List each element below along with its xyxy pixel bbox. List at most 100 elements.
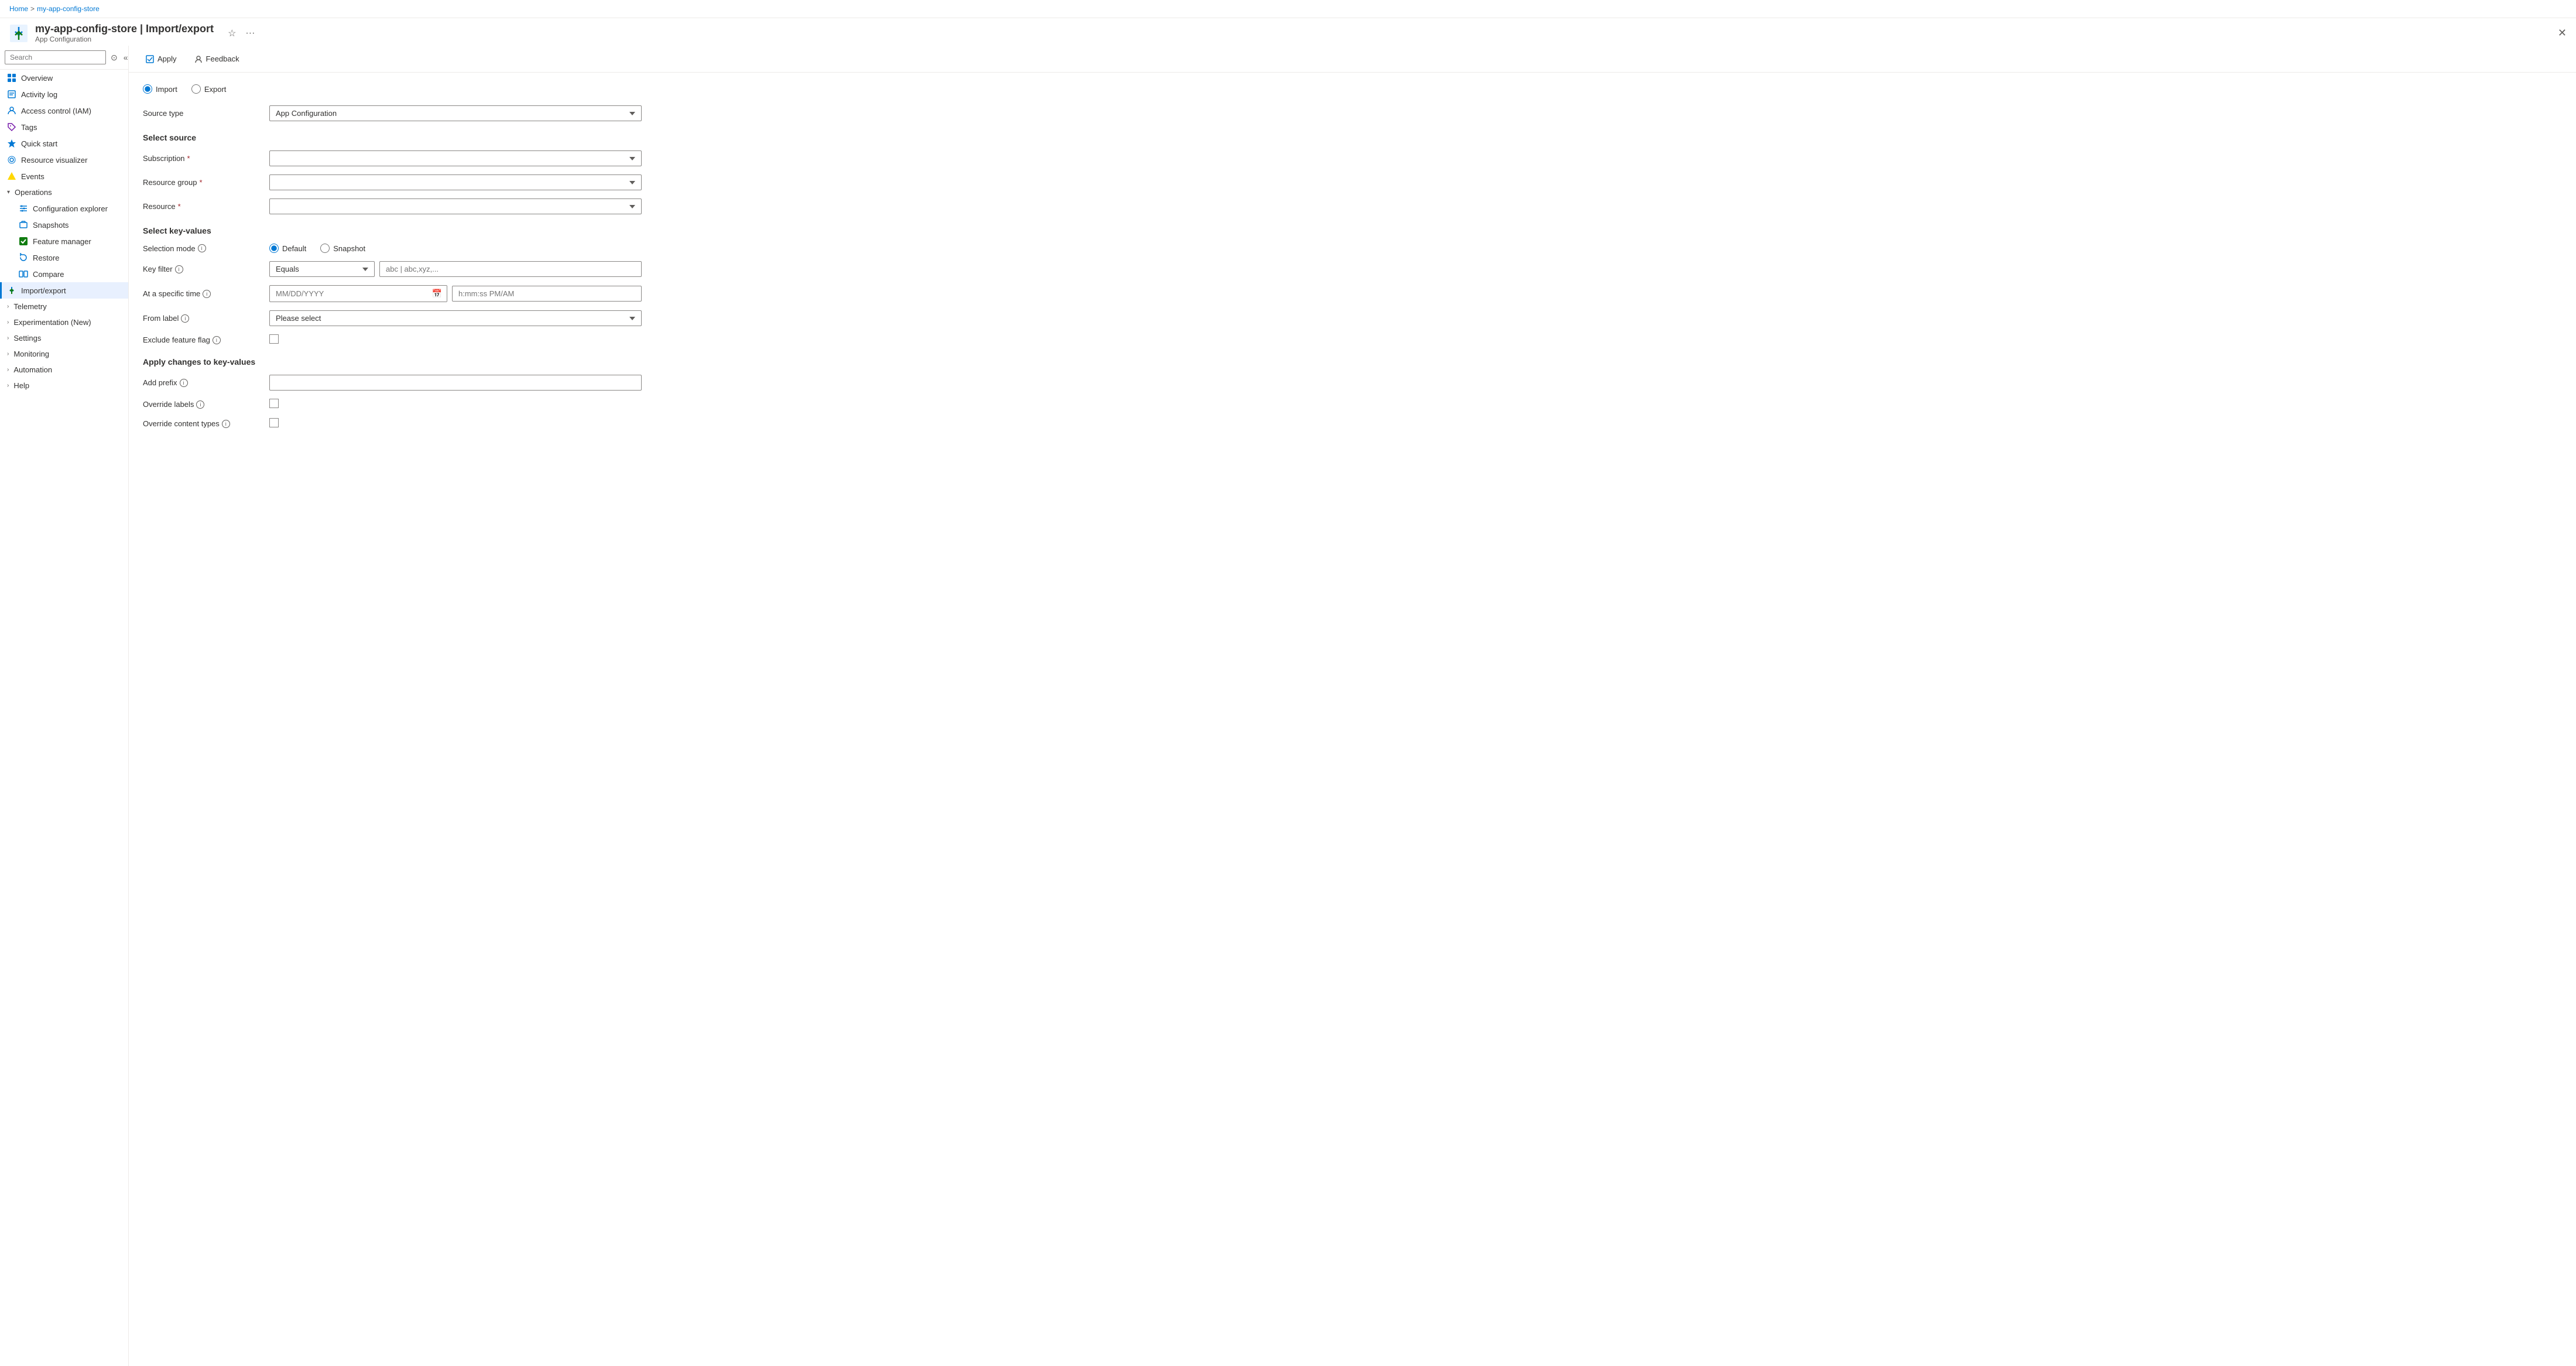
- selection-mode-info-icon[interactable]: i: [198, 244, 206, 252]
- more-button[interactable]: ···: [243, 25, 257, 42]
- sidebar-item-compare[interactable]: Compare: [0, 266, 128, 282]
- sidebar-collapse-button[interactable]: «: [121, 52, 129, 64]
- overview-icon: [7, 73, 16, 83]
- override-labels-checkbox[interactable]: [269, 399, 279, 408]
- search-input[interactable]: [5, 50, 106, 64]
- compare-icon: [19, 269, 28, 279]
- sidebar-item-configuration-explorer[interactable]: Configuration explorer: [0, 200, 128, 217]
- sidebar-item-iam[interactable]: Access control (IAM): [0, 102, 128, 119]
- override-labels-label: Override labels i: [143, 400, 260, 409]
- add-prefix-info-icon[interactable]: i: [180, 379, 188, 387]
- date-input-wrap: 📅: [269, 285, 447, 302]
- select-key-values-heading: Select key-values: [143, 226, 642, 235]
- sidebar-item-restore[interactable]: Restore: [0, 249, 128, 266]
- specific-time-info-icon[interactable]: i: [203, 290, 211, 298]
- search-filter-button[interactable]: ⊙: [108, 52, 120, 64]
- selection-mode-control: Default Snapshot: [269, 244, 642, 253]
- sidebar-group-operations-label: Operations: [15, 188, 52, 197]
- add-prefix-row: Add prefix i: [143, 375, 642, 391]
- key-filter-operator-select[interactable]: EqualsStarts with: [269, 261, 375, 277]
- sidebar-group-help[interactable]: › Help: [0, 378, 128, 393]
- sidebar-item-snapshots[interactable]: Snapshots: [0, 217, 128, 233]
- sidebar-group-telemetry[interactable]: › Telemetry: [0, 299, 128, 314]
- feature-icon: [19, 237, 28, 246]
- form-content: Import Export Source type App Configurat…: [129, 73, 656, 449]
- breadcrumb-resource[interactable]: my-app-config-store: [37, 5, 100, 13]
- override-content-types-row: Override content types i: [143, 418, 642, 429]
- sidebar: ⊙ « Overview Activity log: [0, 46, 129, 1366]
- source-type-row: Source type App ConfigurationAzure App S…: [143, 105, 642, 121]
- from-label-select[interactable]: Please select: [269, 310, 642, 326]
- header-actions: ☆ ···: [225, 25, 257, 42]
- sidebar-group-telemetry-label: Telemetry: [13, 302, 46, 311]
- resource-group-select[interactable]: [269, 174, 642, 190]
- page-subtitle: App Configuration: [35, 35, 214, 43]
- resource-control: [269, 198, 642, 214]
- selection-mode-default-radio[interactable]: [269, 244, 279, 253]
- sidebar-item-quick-start-label: Quick start: [21, 139, 57, 148]
- sidebar-item-events[interactable]: Events: [0, 168, 128, 184]
- key-filter-info-icon[interactable]: i: [175, 265, 183, 273]
- sidebar-item-iam-label: Access control (IAM): [21, 107, 91, 115]
- sidebar-group-experimentation[interactable]: › Experimentation (New): [0, 314, 128, 330]
- override-content-types-control: [269, 418, 642, 429]
- search-actions: ⊙ «: [108, 52, 129, 64]
- sidebar-group-experimentation-label: Experimentation (New): [13, 318, 91, 327]
- key-filter-input[interactable]: [379, 261, 642, 277]
- apply-button[interactable]: Apply: [138, 50, 184, 67]
- date-input[interactable]: [270, 286, 427, 301]
- resource-select[interactable]: [269, 198, 642, 214]
- sidebar-item-restore-label: Restore: [33, 254, 60, 262]
- override-labels-info-icon[interactable]: i: [196, 400, 204, 409]
- sidebar-item-compare-label: Compare: [33, 270, 64, 279]
- override-content-types-info-icon[interactable]: i: [222, 420, 230, 428]
- page-title: my-app-config-store | Import/export: [35, 23, 214, 35]
- activity-icon: [7, 90, 16, 99]
- sidebar-item-configuration-explorer-label: Configuration explorer: [33, 204, 108, 213]
- resource-group-label: Resource group *: [143, 178, 260, 187]
- sidebar-item-overview[interactable]: Overview: [0, 70, 128, 86]
- resource-row: Resource *: [143, 198, 642, 214]
- quickstart-icon: [7, 139, 16, 148]
- selection-mode-default-label[interactable]: Default: [269, 244, 306, 253]
- import-radio-label[interactable]: Import: [143, 84, 177, 94]
- exclude-feature-flag-info-icon[interactable]: i: [213, 336, 221, 344]
- specific-time-label: At a specific time i: [143, 289, 260, 298]
- calendar-icon[interactable]: 📅: [427, 286, 447, 302]
- time-input[interactable]: [452, 286, 642, 302]
- subscription-select[interactable]: [269, 150, 642, 166]
- sidebar-group-settings[interactable]: › Settings: [0, 330, 128, 346]
- restore-icon: [19, 253, 28, 262]
- sidebar-group-monitoring[interactable]: › Monitoring: [0, 346, 128, 362]
- export-radio-label[interactable]: Export: [191, 84, 227, 94]
- selection-mode-snapshot-label[interactable]: Snapshot: [320, 244, 365, 253]
- selection-mode-snapshot-text: Snapshot: [333, 244, 365, 253]
- exclude-feature-flag-checkbox[interactable]: [269, 334, 279, 344]
- sidebar-item-resource-visualizer[interactable]: Resource visualizer: [0, 152, 128, 168]
- feedback-button[interactable]: Feedback: [187, 50, 247, 67]
- selection-mode-snapshot-radio[interactable]: [320, 244, 330, 253]
- sidebar-item-quick-start[interactable]: Quick start: [0, 135, 128, 152]
- iam-icon: [7, 106, 16, 115]
- sidebar-item-import-export[interactable]: Import/export: [0, 282, 128, 299]
- add-prefix-input[interactable]: [269, 375, 642, 391]
- sidebar-group-automation[interactable]: › Automation: [0, 362, 128, 378]
- apply-icon: [146, 55, 154, 63]
- from-label-info-icon[interactable]: i: [181, 314, 189, 323]
- close-button[interactable]: ✕: [2558, 27, 2567, 39]
- breadcrumb-home[interactable]: Home: [9, 5, 28, 13]
- sidebar-item-feature-manager-label: Feature manager: [33, 237, 91, 246]
- page-header: my-app-config-store | Import/export App …: [0, 18, 2576, 46]
- override-content-types-checkbox[interactable]: [269, 418, 279, 427]
- sidebar-item-feature-manager[interactable]: Feature manager: [0, 233, 128, 249]
- favorite-button[interactable]: ☆: [225, 25, 238, 42]
- sidebar-item-activity-log[interactable]: Activity log: [0, 86, 128, 102]
- sidebar-item-tags[interactable]: Tags: [0, 119, 128, 135]
- resource-group-control: [269, 174, 642, 190]
- source-type-select[interactable]: App ConfigurationAzure App Service / Azu…: [269, 105, 642, 121]
- operations-chevron: ▾: [7, 189, 10, 196]
- export-radio[interactable]: [191, 84, 201, 94]
- subscription-label: Subscription *: [143, 154, 260, 163]
- import-radio[interactable]: [143, 84, 152, 94]
- sidebar-group-operations[interactable]: ▾ Operations: [0, 184, 128, 200]
